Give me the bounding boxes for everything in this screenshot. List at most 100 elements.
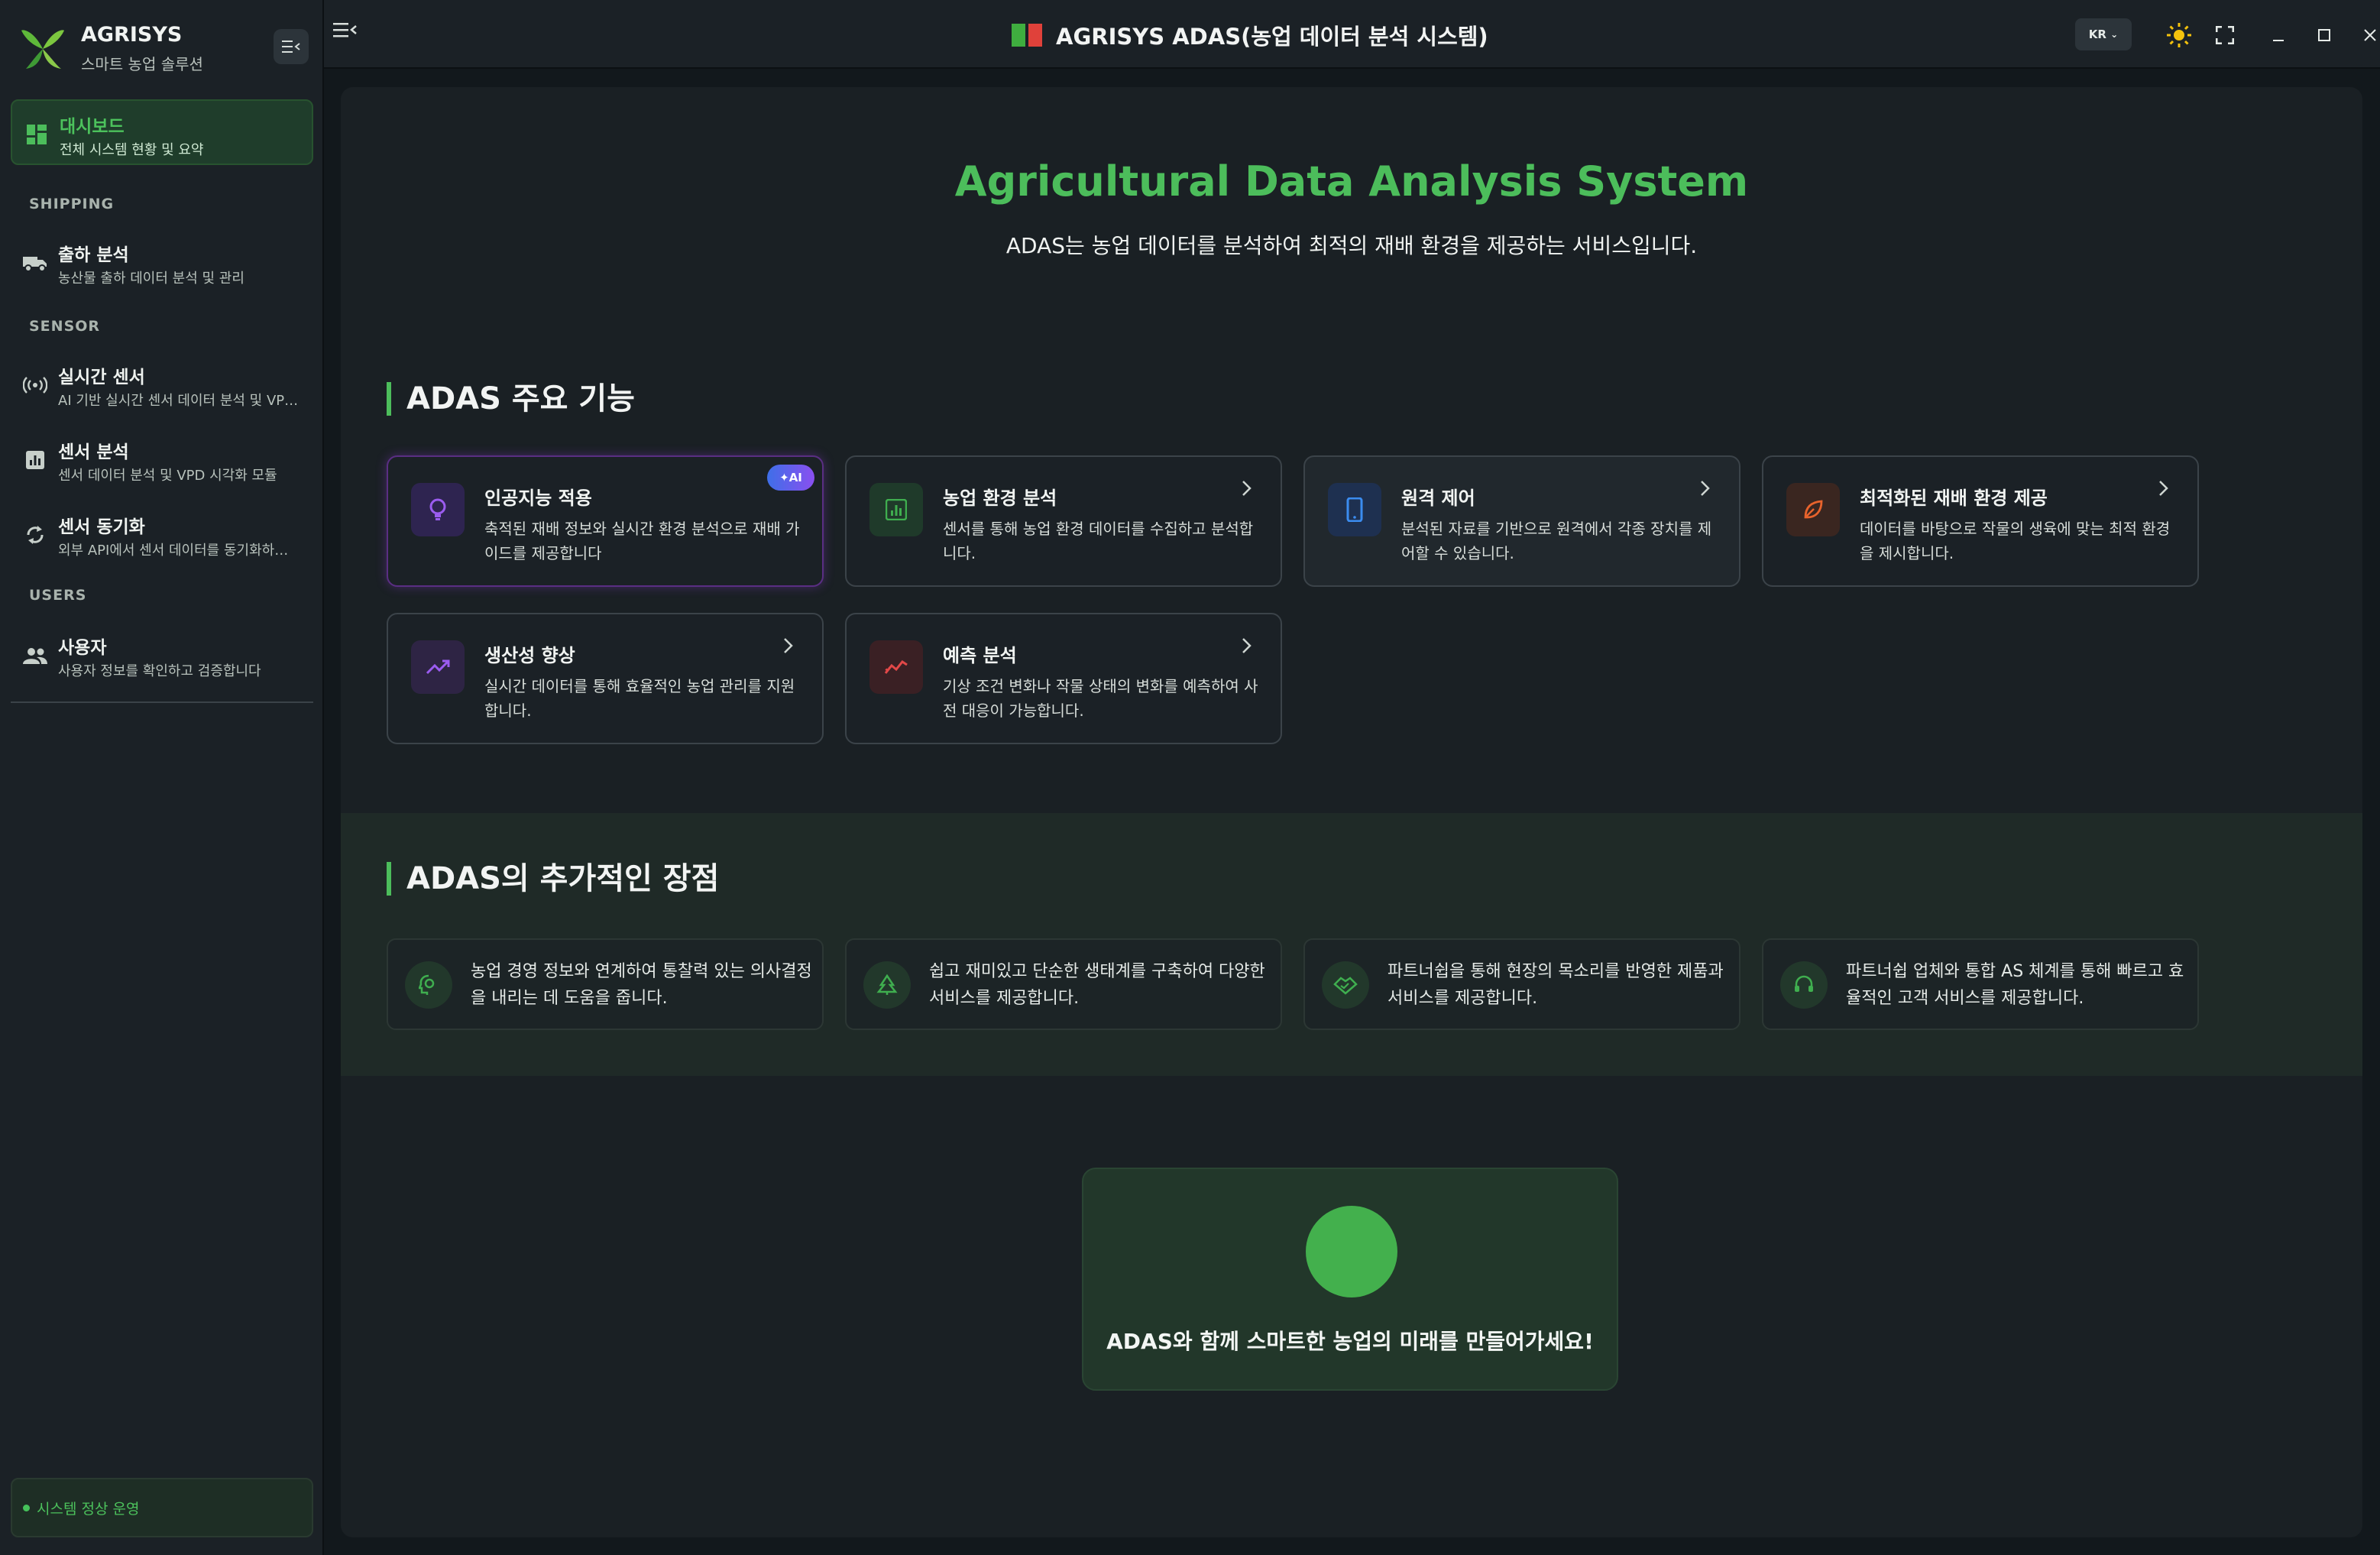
app-window: AGRISYS 스마트 농업 솔루션 대시보드 전체 시스템 현황 및 요약 S… — [0, 0, 2380, 1555]
prediction-chart-icon — [869, 640, 923, 694]
lightbulb-icon — [411, 483, 465, 536]
sidebar: AGRISYS 스마트 농업 솔루션 대시보드 전체 시스템 현황 및 요약 S… — [0, 0, 324, 1555]
feature-title: 농업 환경 분석 — [943, 488, 1057, 509]
sidebar-item-desc: 사용자 정보를 확인하고 검증합니다 — [58, 663, 261, 679]
trending-up-icon — [411, 640, 465, 694]
collapse-menu-icon — [282, 40, 300, 53]
feature-card-remote-control[interactable]: 원격 제어 분석된 자료를 기반으로 원격에서 각종 장치를 제어할 수 있습니… — [1303, 455, 1740, 587]
advantage-card: 파트너쉽을 통해 현장의 목소리를 반영한 제품과 서비스를 제공합니다. — [1303, 938, 1740, 1030]
window-title-text: AGRISYS ADAS(농업 데이터 분석 시스템) — [1056, 24, 1488, 50]
feature-card-ai[interactable]: ✦ AI 인공지능 적용 축적된 재배 정보와 실시간 환경 분석으로 재배 가이… — [387, 455, 824, 587]
brand-name: AGRISYS — [81, 23, 183, 47]
leaf-icon — [1786, 483, 1840, 536]
dashboard-icon — [21, 119, 52, 150]
fullscreen-icon — [2216, 26, 2234, 44]
sidebar-item-sensor-sync[interactable]: 센서 동기화 외부 API에서 센서 데이터를 동기화하… — [11, 501, 313, 567]
cta-circle-graphic — [1306, 1206, 1397, 1297]
feature-desc: 축적된 재배 정보와 실시간 환경 분석으로 재배 가이드를 제공합니다 — [484, 520, 800, 562]
support-headset-icon — [1780, 961, 1828, 1009]
feature-title: 최적화된 재배 환경 제공 — [1860, 488, 2048, 509]
feature-desc: 데이터를 바탕으로 작물의 생육에 맞는 최적 환경을 제시합니다. — [1860, 520, 2171, 562]
sidebar-item-title: 실시간 센서 — [58, 368, 145, 387]
chevron-right-icon — [1701, 481, 1710, 496]
window-title: AGRISYS ADAS(농업 데이터 분석 시스템) — [1012, 18, 1488, 52]
advantage-card: 농업 경영 정보와 연계하여 통찰력 있는 의사결정을 내리는 데 도움을 줍니… — [387, 938, 824, 1030]
sidebar-item-desc: 농산물 출하 데이터 분석 및 관리 — [58, 271, 244, 287]
analytics-icon — [869, 483, 923, 536]
feature-card-productivity[interactable]: 생산성 향상 실시간 데이터를 통해 효율적인 농업 관리를 지원합니다. — [387, 613, 824, 744]
feature-title: 예측 분석 — [943, 645, 1017, 666]
sidebar-item-realtime-sensor[interactable]: 실시간 센서 AI 기반 실시간 센서 데이터 분석 및 VP… — [11, 351, 313, 417]
chevron-right-icon — [1242, 638, 1252, 653]
system-status-badge: 시스템 정상 운영 — [11, 1478, 313, 1537]
feature-title: 생산성 향상 — [484, 645, 575, 666]
sidebar-item-desc: AI 기반 실시간 센서 데이터 분석 및 VP… — [58, 393, 299, 409]
features-heading: ADAS 주요 기능 — [387, 382, 635, 416]
fullscreen-button[interactable] — [2210, 20, 2240, 50]
main-content: Agricultural Data Analysis System ADAS는 … — [341, 87, 2362, 1537]
feature-desc: 실시간 데이터를 통해 효율적인 농업 관리를 지원합니다. — [484, 677, 795, 720]
sensor-signal-icon — [20, 370, 50, 400]
users-icon — [20, 640, 50, 671]
sidebar-item-sensor-analysis[interactable]: 센서 분석 센서 데이터 분석 및 VPD 시각화 모듈 — [11, 426, 313, 492]
advantage-text: 쉽고 재미있고 단순한 생태계를 구축하여 다양한 서비스를 제공합니다. — [929, 962, 1265, 1008]
title-bar: AGRISYS ADAS(농업 데이터 분석 시스템) KR ⌄ — [324, 0, 2380, 69]
close-icon — [2364, 29, 2376, 41]
sidebar-divider — [11, 701, 313, 703]
sidebar-item-desc: 외부 API에서 센서 데이터를 동기화하… — [58, 543, 289, 559]
maximize-button[interactable] — [2309, 20, 2340, 50]
menu-toggle-button[interactable] — [333, 20, 364, 50]
collapse-sidebar-button[interactable] — [274, 29, 309, 64]
agrisys-logo — [21, 30, 64, 69]
sidebar-item-title: 센서 분석 — [58, 442, 129, 462]
theme-toggle-button[interactable] — [2164, 20, 2194, 50]
maximize-icon — [2318, 29, 2330, 41]
hero-subtitle: ADAS는 농업 데이터를 분석하여 최적의 재배 환경을 제공하는 서비스입니… — [1005, 233, 1698, 258]
sidebar-item-title: 센서 동기화 — [58, 517, 145, 537]
brain-insight-icon — [405, 961, 452, 1009]
section-label-sensor: SENSOR — [29, 318, 101, 335]
advantages-section: ADAS의 추가적인 장점 농업 경영 정보와 연계하여 통찰력 있는 의사결정… — [341, 813, 2362, 1076]
minimize-button[interactable] — [2263, 20, 2294, 50]
feature-card-environment-analysis[interactable]: 농업 환경 분석 센서를 통해 농업 환경 데이터를 수집하고 분석합니다. — [845, 455, 1282, 587]
sidebar-item-dashboard[interactable]: 대시보드 전체 시스템 현황 및 요약 — [11, 99, 313, 165]
sidebar-item-shipping[interactable]: 출하 분석 농산물 출하 데이터 분석 및 관리 — [11, 229, 313, 295]
sidebar-item-users[interactable]: 사용자 사용자 정보를 확인하고 검증합니다 — [11, 622, 313, 688]
sidebar-item-title: 사용자 — [58, 638, 107, 658]
feature-card-optimized-environment[interactable]: 최적화된 재배 환경 제공 데이터를 바탕으로 작물의 생육에 맞는 최적 환경… — [1762, 455, 2199, 587]
sidebar-item-desc: 전체 시스템 현황 및 요약 — [60, 142, 204, 158]
sync-icon — [20, 520, 50, 550]
ai-badge-text: AI — [788, 471, 802, 484]
flag-red-icon — [1028, 24, 1042, 47]
feature-desc: 센서를 통해 농업 환경 데이터를 수집하고 분석합니다. — [943, 520, 1254, 562]
section-label-shipping: SHIPPING — [29, 196, 115, 212]
hero-title: Agricultural Data Analysis System — [954, 157, 1749, 206]
flag-green-icon — [1012, 24, 1025, 47]
advantage-card: 쉽고 재미있고 단순한 생태계를 구축하여 다양한 서비스를 제공합니다. — [845, 938, 1282, 1030]
advantage-text: 농업 경영 정보와 연계하여 통찰력 있는 의사결정을 내리는 데 도움을 줍니… — [471, 962, 812, 1008]
advantage-text: 파트너쉽 업체와 통합 AS 체계를 통해 빠르고 효율적인 고객 서비스를 제… — [1846, 962, 2184, 1008]
language-value: KR — [2088, 28, 2106, 41]
feature-title: 인공지능 적용 — [484, 488, 592, 509]
minimize-icon — [2273, 40, 2284, 41]
bar-chart-icon — [20, 445, 50, 475]
close-button[interactable] — [2355, 20, 2380, 50]
advantage-text: 파트너쉽을 통해 현장의 목소리를 반영한 제품과 서비스를 제공합니다. — [1388, 962, 1724, 1008]
advantage-card: 파트너쉽 업체와 통합 AS 체계를 통해 빠르고 효율적인 고객 서비스를 제… — [1762, 938, 2199, 1030]
status-dot-icon — [23, 1505, 30, 1511]
chevron-down-icon: ⌄ — [2110, 29, 2119, 40]
truck-icon — [20, 248, 50, 278]
ecosystem-tree-icon — [863, 961, 911, 1009]
menu-collapse-icon — [333, 23, 357, 37]
sidebar-item-desc: 센서 데이터 분석 및 VPD 시각화 모듈 — [58, 468, 277, 484]
language-select[interactable]: KR ⌄ — [2075, 18, 2132, 50]
sun-icon — [2167, 23, 2191, 47]
section-label-users: USERS — [29, 587, 87, 604]
status-text: 시스템 정상 운영 — [37, 1501, 140, 1518]
feature-title: 원격 제어 — [1401, 488, 1475, 509]
cta-text: ADAS와 함께 스마트한 농업의 미래를 만들어가세요! — [1106, 1329, 1594, 1354]
brand-subtitle: 스마트 농업 솔루션 — [81, 55, 203, 73]
feature-card-predictive-analysis[interactable]: 예측 분석 기상 조건 변화나 작물 상태의 변화를 예측하여 사전 대응이 가… — [845, 613, 1282, 744]
feature-desc: 분석된 자료를 기반으로 원격에서 각종 장치를 제어할 수 있습니다. — [1401, 520, 1712, 562]
feature-desc: 기상 조건 변화나 작물 상태의 변화를 예측하여 사전 대응이 가능합니다. — [943, 677, 1258, 720]
